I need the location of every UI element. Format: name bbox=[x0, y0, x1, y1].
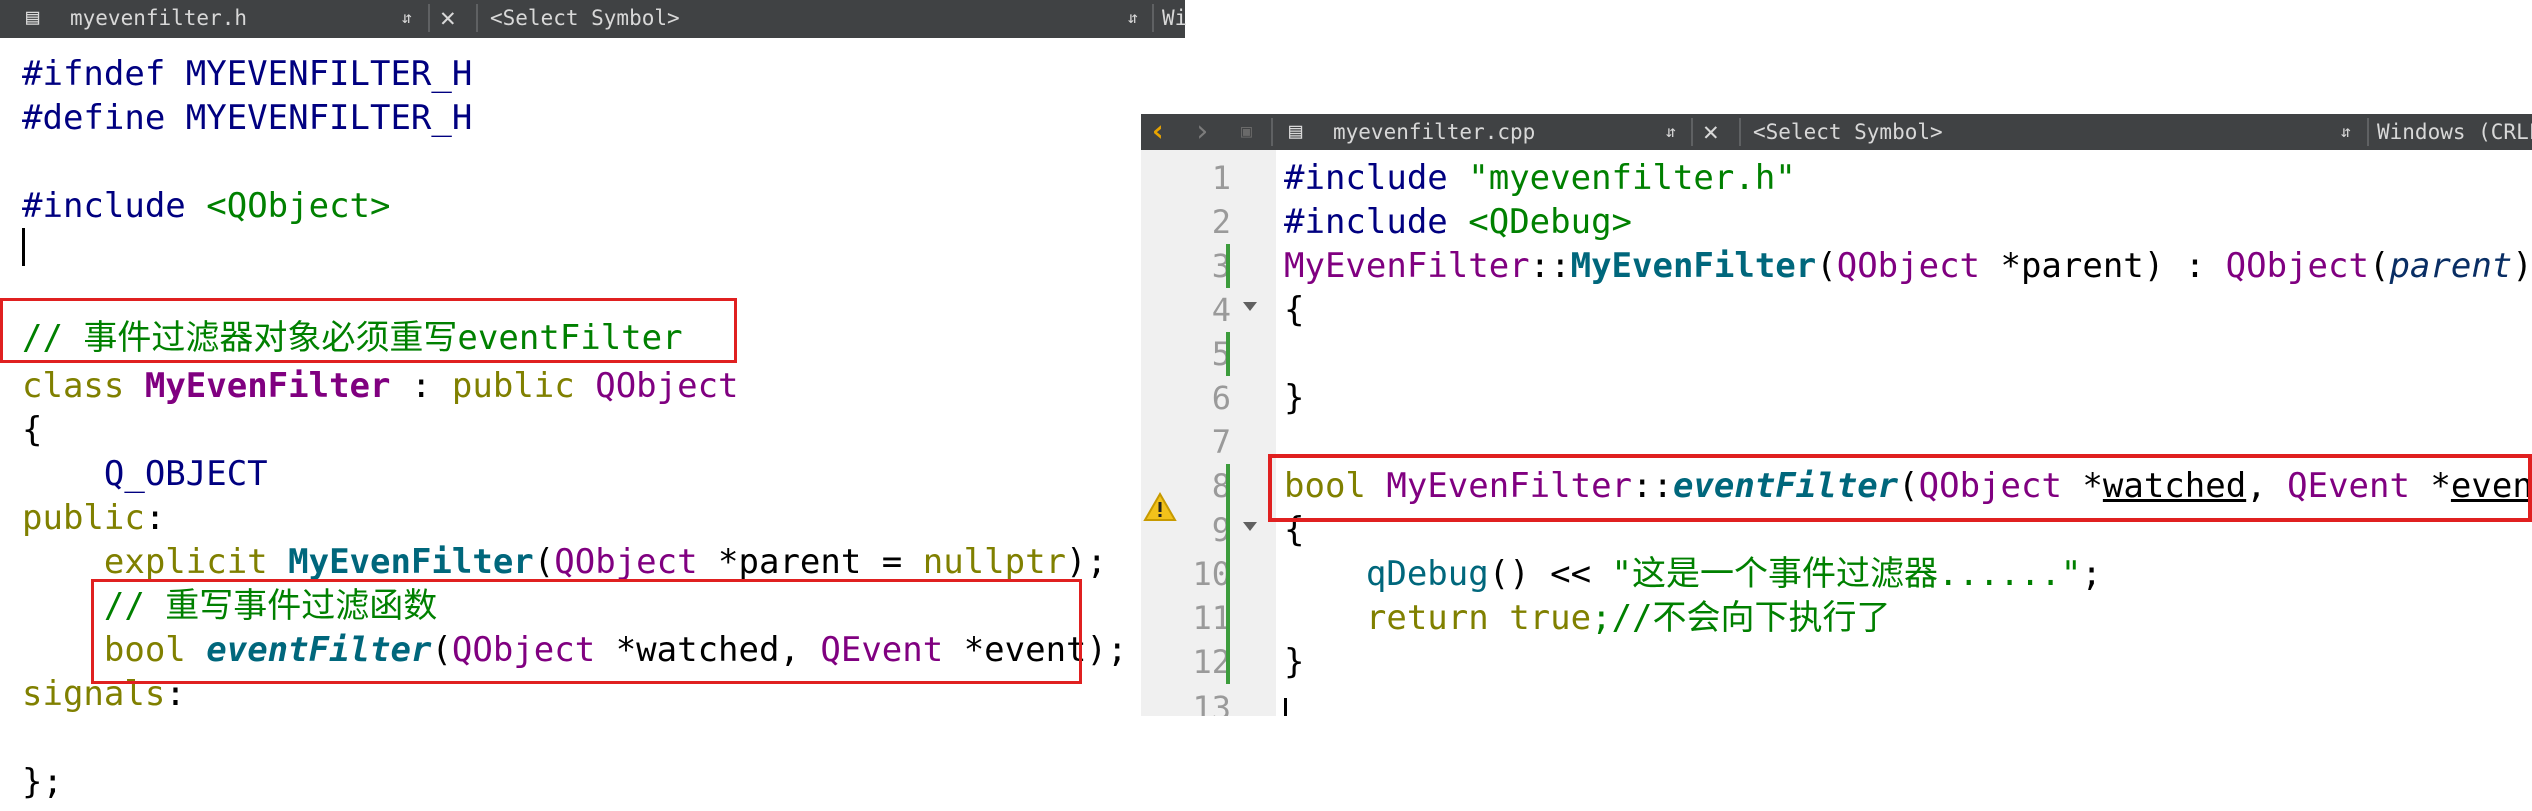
file-name[interactable]: myevenfilter.cpp bbox=[1333, 114, 1535, 150]
preprocessor: #define bbox=[22, 98, 166, 138]
symbol-selector[interactable]: <Select Symbol> bbox=[1753, 114, 1943, 150]
line-number-gutter: 1 2 3 4 5 6 7 8 9 10 11 12 13 bbox=[1141, 150, 1276, 716]
divider bbox=[428, 4, 430, 32]
divider bbox=[1739, 118, 1741, 146]
chevron-right-icon[interactable]: › bbox=[1193, 114, 1211, 150]
file-name[interactable]: myevenfilter.h bbox=[70, 0, 247, 36]
close-icon[interactable]: ✕ bbox=[1703, 114, 1719, 150]
divider bbox=[476, 4, 478, 32]
divider bbox=[1152, 4, 1154, 32]
right-editor-toolbar: ‹ › ▣ ▤ myevenfilter.cpp ⇵ ✕ <Select Sym… bbox=[1141, 114, 2532, 150]
warning-icon[interactable] bbox=[1143, 492, 1177, 522]
divider bbox=[1691, 118, 1693, 146]
highlight-box-comment bbox=[0, 298, 737, 363]
right-code-area[interactable]: #include "myevenfilter.h" #include <QDeb… bbox=[1284, 156, 2532, 682]
file-dropdown-arrows-icon[interactable]: ⇵ bbox=[402, 0, 412, 36]
symbol-dropdown-arrows-icon[interactable]: ⇵ bbox=[1128, 0, 1138, 36]
line-ending-selector[interactable]: Windows (CRLF bbox=[2377, 114, 2532, 150]
line-number: 10 bbox=[1192, 555, 1231, 593]
preprocessor: #ifndef bbox=[22, 54, 166, 94]
line-number: 2 bbox=[1211, 203, 1231, 241]
left-editor: ▤ myevenfilter.h ⇵ ✕ <Select Symbol> ⇵ W… bbox=[0, 0, 1188, 811]
line-number: 3 bbox=[1211, 247, 1231, 285]
change-marker bbox=[1226, 244, 1230, 288]
left-editor-toolbar: ▤ myevenfilter.h ⇵ ✕ <Select Symbol> ⇵ W… bbox=[0, 0, 1188, 38]
line-number: 5 bbox=[1211, 335, 1231, 373]
right-editor: ‹ › ▣ ▤ myevenfilter.cpp ⇵ ✕ <Select Sym… bbox=[1141, 114, 2532, 716]
highlight-box-eventfilter bbox=[1268, 454, 2532, 522]
symbol-dropdown-arrows-icon[interactable]: ⇵ bbox=[2341, 114, 2351, 150]
toolbar-trailing-text: Wi bbox=[1162, 6, 1188, 30]
line-number: 7 bbox=[1211, 423, 1231, 461]
file-dropdown-arrows-icon[interactable]: ⇵ bbox=[1666, 114, 1676, 150]
line-number: 13 bbox=[1192, 689, 1231, 716]
line-number: 6 bbox=[1211, 379, 1231, 417]
fold-arrow-icon[interactable] bbox=[1243, 522, 1257, 531]
change-marker bbox=[1226, 464, 1230, 684]
close-icon[interactable]: ✕ bbox=[440, 0, 456, 36]
divider bbox=[2367, 118, 2369, 146]
change-marker bbox=[1226, 332, 1230, 376]
preprocessor: #include bbox=[22, 186, 186, 226]
fold-arrow-icon[interactable] bbox=[1243, 302, 1257, 311]
highlight-box-method bbox=[91, 579, 1082, 684]
line-number: 4 bbox=[1211, 291, 1231, 329]
file-icon: ▤ bbox=[26, 5, 40, 30]
divider bbox=[1271, 118, 1273, 146]
text-cursor bbox=[22, 228, 25, 266]
file-icon: ▤ bbox=[1289, 119, 1303, 144]
text-cursor bbox=[1284, 698, 1287, 716]
class-name: MyEvenFilter bbox=[144, 366, 391, 406]
line-number: 11 bbox=[1192, 599, 1231, 637]
chevron-left-icon[interactable]: ‹ bbox=[1149, 114, 1167, 150]
line-number: 1 bbox=[1211, 159, 1231, 197]
lock-icon[interactable]: ▣ bbox=[1241, 114, 1252, 150]
symbol-selector[interactable]: <Select Symbol> bbox=[490, 0, 680, 36]
line-number: 12 bbox=[1192, 643, 1231, 681]
